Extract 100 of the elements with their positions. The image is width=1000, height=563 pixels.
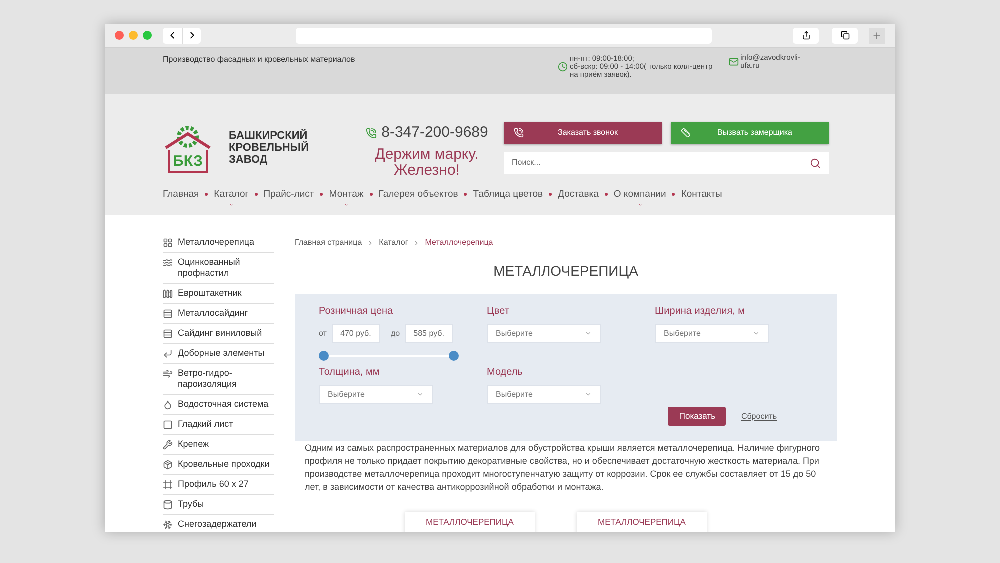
- chevron-icon: [636, 202, 644, 208]
- chevron-icon: [417, 391, 424, 398]
- breadcrumb-link[interactable]: Главная страница: [295, 237, 362, 249]
- slider-handle[interactable]: [319, 351, 329, 361]
- nav-link[interactable]: Прайс-лист: [264, 188, 314, 208]
- back-button[interactable]: [163, 28, 182, 44]
- bullet-icon: [370, 193, 373, 196]
- snowflake-icon: [163, 520, 173, 530]
- fence-icon: [163, 289, 173, 299]
- reset-link[interactable]: Сбросить: [741, 410, 777, 422]
- nav-link[interactable]: О компании: [614, 188, 666, 208]
- sidebar-item[interactable]: Трубы: [163, 495, 274, 515]
- filter-label: Ширина изделия, м: [655, 305, 746, 319]
- rows-icon: [163, 309, 173, 319]
- chevron-icon: [413, 240, 420, 246]
- phone-number[interactable]: 8-347-200-9689: [382, 122, 488, 144]
- clock-icon: [558, 62, 568, 72]
- sidebar-item[interactable]: Крепеж: [163, 435, 274, 455]
- range-to-label: до: [390, 328, 400, 340]
- range-from-label: от: [319, 328, 327, 340]
- nav-link[interactable]: Доставка: [558, 188, 599, 208]
- square-icon: [163, 420, 173, 430]
- chevron-icon: [753, 330, 760, 337]
- sidebar-item[interactable]: Металлосайдинг: [163, 304, 274, 324]
- filter-label: Цвет: [487, 305, 510, 319]
- sidebar-item[interactable]: Водосточная система: [163, 395, 274, 415]
- sidebar-item[interactable]: Доборные элементы: [163, 344, 274, 364]
- select-field[interactable]: Выберите: [487, 385, 601, 404]
- nav-link[interactable]: Галерея объектов: [378, 188, 458, 208]
- nav-link[interactable]: Таблица цветов: [473, 188, 544, 208]
- bullet-icon: [320, 193, 324, 196]
- tabs-icon: [840, 31, 850, 40]
- droplet-icon: [163, 400, 173, 410]
- grid-icon: [163, 238, 173, 248]
- sidebar-item[interactable]: Кровельные проходки: [163, 455, 274, 475]
- sidebar-item[interactable]: Ветро-гидро- пароизоляция: [163, 364, 274, 395]
- select-field[interactable]: Выберите: [655, 324, 769, 343]
- price-slider[interactable]: [319, 351, 459, 361]
- waves-icon: [163, 258, 173, 268]
- phone-icon: [514, 128, 524, 138]
- plus-icon: [872, 30, 882, 40]
- chevron-icon: [228, 202, 235, 208]
- breadcrumb-link[interactable]: Каталог: [379, 237, 408, 249]
- search-field[interactable]: Поиск...: [504, 152, 829, 174]
- show-button[interactable]: Показать: [668, 407, 726, 426]
- bullet-icon: [549, 193, 552, 196]
- sidebar-item[interactable]: Оцинкованный профнастил: [163, 253, 274, 284]
- mail-icon: [728, 57, 739, 67]
- select-field[interactable]: Выберите: [487, 324, 601, 343]
- price-from-field[interactable]: 470 руб.: [332, 324, 380, 343]
- sidebar-item[interactable]: Евроштакетник: [163, 284, 274, 304]
- sidebar-item[interactable]: Профиль 60 х 27: [163, 475, 274, 495]
- frame-icon: [163, 480, 173, 490]
- category-card[interactable]: МЕТАЛЛОЧЕРЕПИЦА: [577, 512, 707, 532]
- new-tab-button[interactable]: [869, 28, 885, 44]
- wrench-icon: [163, 440, 173, 450]
- logo-text: БАШКИРСКИЙ КРОВЕЛЬНЫЙ ЗАВОД: [229, 130, 309, 166]
- sidebar-item[interactable]: Металлочерепица: [163, 233, 274, 253]
- share-button[interactable]: [793, 28, 819, 44]
- nav-link[interactable]: Каталог: [214, 188, 249, 208]
- bullet-icon: [254, 193, 258, 196]
- bullet-icon: [672, 193, 676, 196]
- filter-label: Толщина, мм: [319, 366, 381, 380]
- share-icon: [802, 31, 810, 40]
- cylinder-icon: [163, 500, 173, 510]
- nav-link[interactable]: Главная: [163, 188, 200, 208]
- category-card[interactable]: МЕТАЛЛОЧЕРЕПИЦА: [405, 512, 535, 532]
- corner-arrow-icon: [163, 349, 173, 359]
- chevron-icon: [585, 391, 592, 398]
- sidebar-item[interactable]: Снегозадержатели: [163, 515, 274, 532]
- tagline: Производство фасадных и кровельных материалов: [163, 54, 356, 66]
- forward-button[interactable]: [182, 28, 201, 44]
- chevron-icon: [585, 330, 592, 337]
- tabs-button[interactable]: [832, 28, 858, 44]
- logo-mark: БКЗ: [173, 154, 203, 169]
- slogan: Держим марку. Железно!: [375, 146, 479, 178]
- nav-link[interactable]: Контакты: [681, 188, 722, 208]
- search-icon[interactable]: [810, 158, 821, 168]
- sidebar-item[interactable]: Сайдинг виниловый: [163, 324, 274, 344]
- bullet-icon: [604, 193, 608, 196]
- description-text: Одним из самых распространенных материалов для обустройства крыши является металлочерепица. Наличие фигурного профиля не только придает покрытию декоративные свойства, но и обеспечивает достаточную жесткость материала. При производстве металлочерепица проходит многоступенчатую защиту от коррозии. Срок ее службы составляет от 15 до 50 лет, в зависимости от качества антикоррозийной обработки и монтажа.: [304, 442, 821, 494]
- sidebar-item[interactable]: Гладкий лист: [163, 415, 274, 435]
- nav-link[interactable]: Монтаж: [329, 188, 364, 208]
- wind-icon: [163, 369, 173, 379]
- select-field[interactable]: Выберите: [319, 385, 433, 404]
- bullet-icon: [205, 193, 208, 196]
- chevron-icon: [367, 240, 374, 246]
- filter-label: Модель: [487, 366, 524, 380]
- logo-icon: [163, 126, 213, 174]
- phone-icon: [366, 128, 377, 139]
- rows-icon: [163, 329, 173, 339]
- ruler-icon: [681, 128, 691, 138]
- price-to-field[interactable]: 585 руб.: [405, 324, 454, 343]
- page-title: МЕТАЛЛОЧЕРЕПИЦА: [492, 262, 640, 281]
- chevron-icon: [343, 202, 350, 208]
- bullet-icon: [464, 193, 468, 196]
- slider-handle[interactable]: [449, 351, 459, 361]
- box-icon: [163, 460, 173, 470]
- filter-label: Розничная цена: [319, 305, 394, 319]
- call-request-button[interactable]: Заказать звонок: [504, 122, 662, 144]
